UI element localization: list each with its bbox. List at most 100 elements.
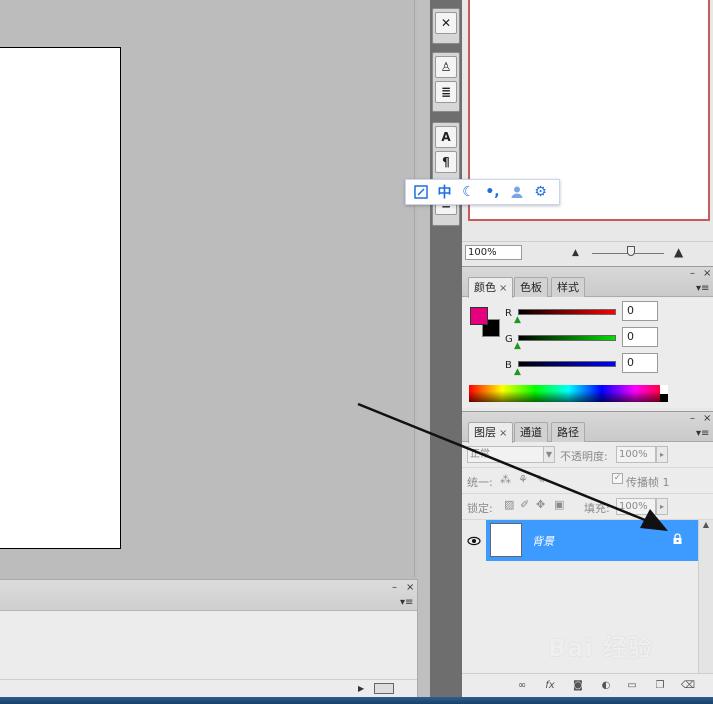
ime-menu-icon[interactable] xyxy=(410,182,431,202)
bottom-panel-menu-icon[interactable]: ▾≡ xyxy=(400,598,413,608)
red-channel-label: R xyxy=(505,308,512,319)
document-canvas[interactable] xyxy=(0,47,121,549)
tab-color[interactable]: 颜色 × xyxy=(468,277,514,298)
tab-layers-close-icon[interactable]: × xyxy=(499,428,507,439)
layer-row[interactable]: 背景 xyxy=(462,520,698,561)
green-slider-handle[interactable]: ▲ xyxy=(514,342,521,351)
ime-toolbar: 中 ☾ •, ⚙ xyxy=(405,179,560,205)
eye-icon[interactable] xyxy=(462,520,486,561)
taskbar xyxy=(0,697,713,704)
color-panel-header: – × 颜色 × 色板 样式 ▾≡ xyxy=(462,267,713,298)
spectrum-black-swatch[interactable] xyxy=(660,394,668,402)
adjustment-layer-icon[interactable]: ◐ xyxy=(598,679,614,693)
lock-image-icon[interactable]: ✐ xyxy=(520,498,529,511)
new-layer-icon[interactable]: ❐ xyxy=(652,679,668,693)
zoom-in-icon[interactable]: ▲ xyxy=(674,246,683,258)
blend-mode-dropdown-icon[interactable]: ▼ xyxy=(543,446,555,463)
ime-punctuation-icon[interactable]: •, xyxy=(482,182,503,202)
layers-panel-minimize-button[interactable]: – xyxy=(690,414,695,424)
collapsed-tool-column: ✕ ♙ ≣ A ¶ ≡ xyxy=(430,0,462,697)
delete-layer-icon[interactable]: ⌫ xyxy=(680,679,696,693)
lock-position-icon[interactable]: ✥ xyxy=(536,498,545,511)
propagate-checkbox[interactable]: ✓ xyxy=(612,473,623,484)
link-layers-icon[interactable]: ∞ xyxy=(514,679,530,693)
lock-transparent-icon[interactable]: ▨ xyxy=(504,498,514,511)
dock-gap xyxy=(418,0,430,697)
opacity-stepper-icon[interactable]: ▸ xyxy=(656,446,668,463)
unify-position-icon[interactable]: ⁂ xyxy=(500,473,511,486)
layer-style-icon[interactable]: fx xyxy=(542,679,558,693)
blue-channel-label: B xyxy=(505,360,512,371)
color-panel-close-button[interactable]: × xyxy=(703,269,711,279)
scroll-up-icon[interactable]: ▲ xyxy=(703,520,709,529)
layers-panel-menu-icon[interactable]: ▾≡ xyxy=(696,429,709,439)
red-value-input[interactable]: 0 xyxy=(622,301,658,321)
bottom-panel-header: – × ▾≡ xyxy=(0,580,417,611)
paragraph-panel-icon[interactable]: ¶ xyxy=(435,151,457,173)
tools-preset-icon[interactable]: ✕ xyxy=(435,12,457,34)
layer-row-body[interactable]: 背景 xyxy=(486,520,698,561)
ime-moon-icon[interactable]: ☾ xyxy=(458,182,479,202)
tool-group-1: ✕ xyxy=(432,8,460,44)
layers-panel-close-button[interactable]: × xyxy=(703,414,711,424)
opacity-label: 不透明度: xyxy=(560,450,608,463)
zoom-slider-handle[interactable] xyxy=(627,246,635,256)
panel-options-icon[interactable] xyxy=(374,683,394,694)
layer-name[interactable]: 背景 xyxy=(532,533,554,549)
ime-settings-gear-icon[interactable]: ⚙ xyxy=(530,182,551,202)
zoom-out-icon[interactable]: ▲ xyxy=(572,248,579,258)
bottom-panel-close-button[interactable]: × xyxy=(406,583,414,593)
blue-channel-slider[interactable] xyxy=(518,361,616,367)
color-panel-minimize-button[interactable]: – xyxy=(690,269,695,279)
zoom-input[interactable]: 100% xyxy=(465,245,522,260)
layer-comps-icon[interactable]: ≣ xyxy=(435,81,457,103)
tab-color-close-icon[interactable]: × xyxy=(499,283,507,294)
ime-chinese-mode-button[interactable]: 中 xyxy=(434,182,455,202)
layers-footer-toolbar: ∞ fx ◙ ◐ ▭ ❐ ⌫ xyxy=(462,673,713,697)
tab-layers[interactable]: 图层 × xyxy=(468,422,514,443)
bottom-panel: – × ▾≡ ▶ xyxy=(0,579,418,697)
play-arrow-icon[interactable]: ▶ xyxy=(358,684,364,694)
green-channel-slider[interactable] xyxy=(518,335,616,341)
red-slider-handle[interactable]: ▲ xyxy=(514,316,521,325)
navigator-zoom-row: 100% ▲ ▲ xyxy=(462,241,713,263)
lock-label: 锁定: xyxy=(467,502,493,515)
layer-thumbnail[interactable] xyxy=(490,523,522,557)
tool-group-2: ♙ ≣ xyxy=(432,52,460,112)
propagate-frame-label: 传播帧 1 xyxy=(626,476,670,489)
layers-scrollbar[interactable]: ▲ xyxy=(698,520,713,674)
unify-style-icon[interactable]: ✎ xyxy=(536,473,545,486)
fill-input[interactable]: 100% xyxy=(616,498,656,515)
document-workspace[interactable] xyxy=(0,0,415,578)
blue-value-input[interactable]: 0 xyxy=(622,353,658,373)
layer-mask-icon[interactable]: ◙ xyxy=(570,679,586,693)
lock-fill-row: 锁定: ▨ ✐ ✥ ▣ 填充: 100% ▸ xyxy=(462,494,713,520)
character-panel-icon[interactable]: A xyxy=(435,126,457,148)
blend-mode-select[interactable]: 正常 xyxy=(467,446,545,463)
tab-paths[interactable]: 路径 xyxy=(551,422,585,442)
tab-color-label: 颜色 xyxy=(474,281,496,294)
opacity-input[interactable]: 100% xyxy=(616,446,656,463)
color-panel: – × 颜色 × 色板 样式 ▾≡ R ▲ 0 G ▲ 0 B ▲ 0 xyxy=(462,266,713,408)
lock-all-icon[interactable]: ▣ xyxy=(554,498,564,511)
tool-group-3: A ¶ ≡ xyxy=(432,122,460,226)
color-panel-menu-icon[interactable]: ▾≡ xyxy=(696,284,709,294)
new-group-icon[interactable]: ▭ xyxy=(624,679,640,693)
unify-visibility-icon[interactable]: ⚘ xyxy=(518,473,528,486)
tab-layers-label: 图层 xyxy=(474,426,496,439)
spectrum-white-swatch[interactable] xyxy=(660,385,668,394)
clone-source-icon[interactable]: ♙ xyxy=(435,56,457,78)
tab-channels[interactable]: 通道 xyxy=(514,422,548,442)
blue-slider-handle[interactable]: ▲ xyxy=(514,368,521,377)
tab-swatches[interactable]: 色板 xyxy=(514,277,548,297)
foreground-color-swatch[interactable] xyxy=(470,307,488,325)
red-channel-slider[interactable] xyxy=(518,309,616,315)
fill-stepper-icon[interactable]: ▸ xyxy=(656,498,668,515)
bottom-panel-minimize-button[interactable]: – xyxy=(392,583,397,593)
color-spectrum-ramp[interactable] xyxy=(469,385,668,402)
tab-styles[interactable]: 样式 xyxy=(551,277,585,297)
ime-user-icon[interactable] xyxy=(506,182,527,202)
blend-opacity-row: 正常 ▼ 不透明度: 100% ▸ xyxy=(462,442,713,468)
green-value-input[interactable]: 0 xyxy=(622,327,658,347)
layers-panel-header: – × 图层 × 通道 路径 ▾≡ xyxy=(462,412,713,443)
